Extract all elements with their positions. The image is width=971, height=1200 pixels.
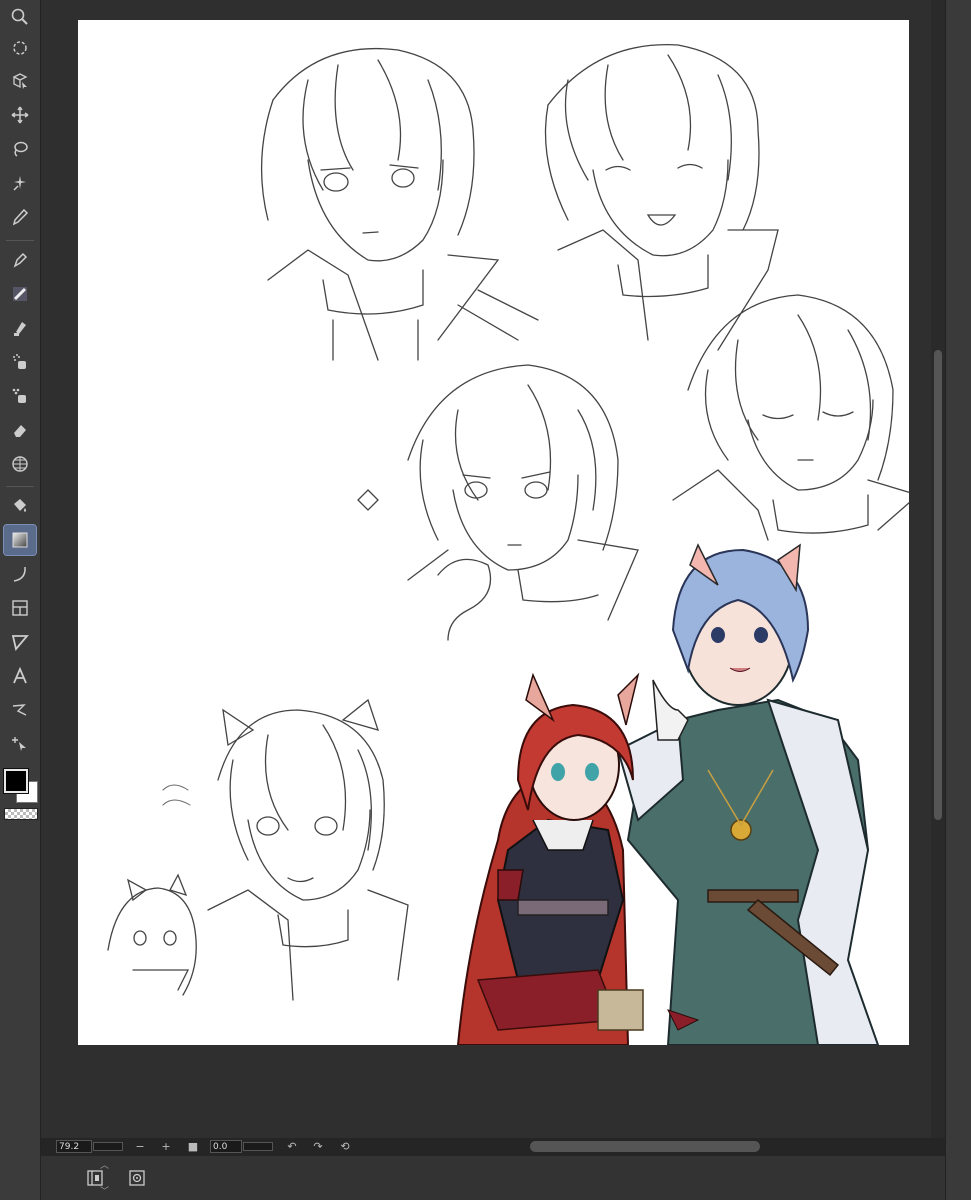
- eraser-icon[interactable]: [4, 415, 36, 445]
- zoom-out-button[interactable]: −: [133, 1139, 147, 1155]
- rotation-field[interactable]: 0.0: [210, 1140, 242, 1153]
- artwork: [107, 43, 909, 1045]
- pointer-icon[interactable]: [4, 729, 36, 759]
- sketch-head-smiling: [544, 43, 779, 351]
- zoom-field[interactable]: 79.2: [56, 1140, 92, 1153]
- vertical-scroll-thumb[interactable]: [934, 350, 942, 820]
- tool-palette: [0, 0, 41, 1200]
- sketch-head-cat-ears: [107, 698, 409, 1001]
- horizontal-scroll-thumb[interactable]: [530, 1141, 760, 1152]
- move-arrows-icon[interactable]: [4, 100, 36, 130]
- rotate-left-button[interactable]: ↶: [285, 1139, 299, 1155]
- rotation-slider[interactable]: [243, 1142, 273, 1151]
- curve-icon[interactable]: [4, 559, 36, 589]
- transparent-color-swatch[interactable]: [4, 808, 38, 820]
- pen-icon[interactable]: [4, 245, 36, 275]
- sketch-head-thinking: [357, 364, 639, 641]
- magic-wand-icon[interactable]: [4, 168, 36, 198]
- colored-characters: [456, 543, 880, 1045]
- object-icon[interactable]: [4, 66, 36, 96]
- bottom-panel: ︿ ﹀: [41, 1156, 945, 1200]
- rotate-right-button[interactable]: ↷: [311, 1139, 325, 1155]
- magnifier-icon[interactable]: [4, 2, 36, 32]
- lasso-icon[interactable]: [4, 134, 36, 164]
- ruler-triangle-icon[interactable]: [4, 627, 36, 657]
- canvas-workspace[interactable]: [41, 0, 931, 1138]
- frame-icon[interactable]: [4, 593, 36, 623]
- main-color-swatch[interactable]: [4, 769, 28, 793]
- marker-icon[interactable]: [4, 313, 36, 343]
- navigator-target-icon[interactable]: [126, 1167, 148, 1189]
- correct-line-icon[interactable]: [4, 695, 36, 725]
- sketch-head-neutral: [260, 47, 539, 361]
- brush-icon[interactable]: [4, 279, 36, 309]
- vertical-scrollbar[interactable]: [931, 0, 945, 1138]
- drawing-canvas[interactable]: [78, 20, 909, 1045]
- gradient-icon[interactable]: [3, 524, 37, 556]
- zoom-in-button[interactable]: +: [159, 1139, 173, 1155]
- decoration-icon[interactable]: [4, 381, 36, 411]
- zoom-slider[interactable]: [93, 1142, 123, 1151]
- layer-panel-icon[interactable]: [84, 1167, 106, 1189]
- rotate-icon[interactable]: [4, 33, 36, 63]
- eyedropper-icon[interactable]: [4, 202, 36, 232]
- fill-bucket-icon[interactable]: [4, 491, 36, 521]
- fit-view-button[interactable]: ■: [186, 1139, 200, 1155]
- navigator-bar: 79.2 − + ■ 0.0 ↶ ↷ ⟲: [41, 1138, 945, 1156]
- sketch-head-eyes-closed: [672, 294, 909, 541]
- toolbar-divider: [6, 240, 34, 241]
- right-side-panel: [945, 0, 971, 1200]
- blend-grid-icon[interactable]: [4, 449, 36, 479]
- reset-rotation-button[interactable]: ⟲: [338, 1139, 352, 1155]
- text-A-icon[interactable]: [4, 661, 36, 691]
- airbrush-icon[interactable]: [4, 347, 36, 377]
- toolbar-divider: [6, 486, 34, 487]
